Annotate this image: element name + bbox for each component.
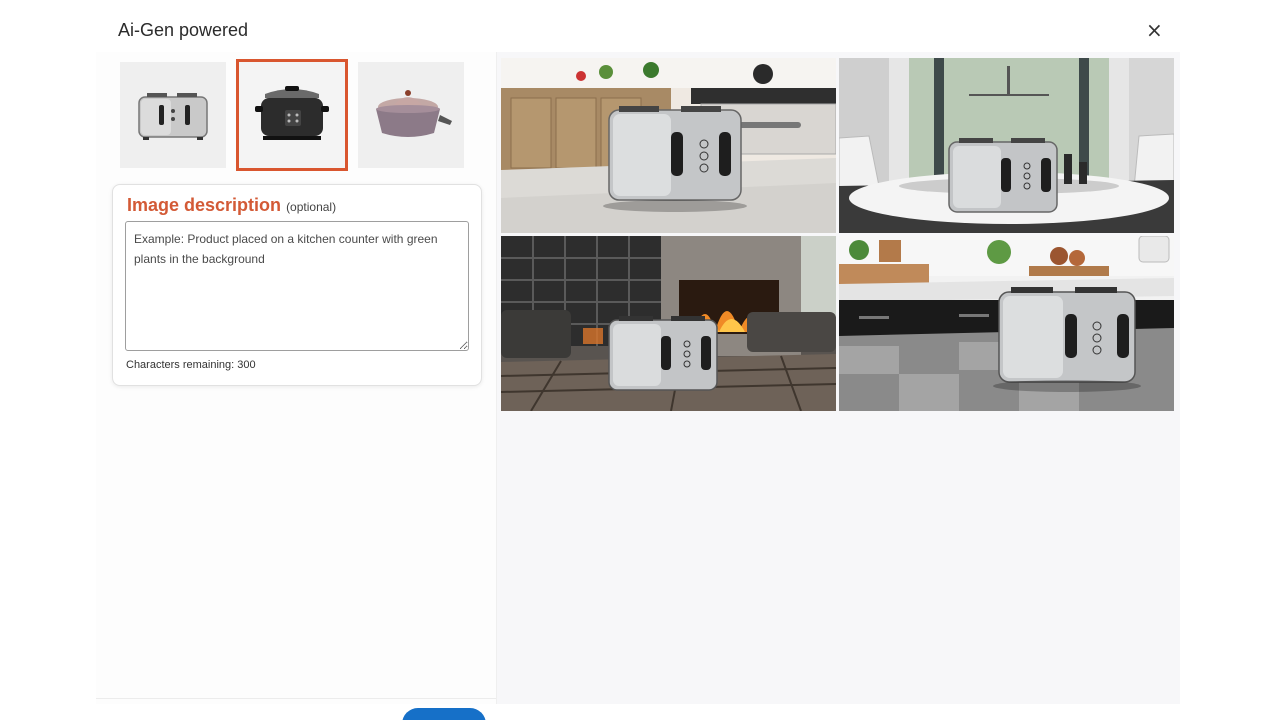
- image-description-input[interactable]: [125, 221, 469, 351]
- generated-images-grid: [501, 58, 1174, 411]
- generate-button[interactable]: Generate: [402, 708, 486, 720]
- generated-images-panel: [496, 52, 1180, 704]
- close-icon[interactable]: ×: [1146, 20, 1163, 40]
- left-panel: Image description (optional) Characters …: [96, 52, 496, 720]
- thumbnail-skillet[interactable]: [358, 62, 464, 168]
- generated-image-kitchen-counter[interactable]: [501, 58, 836, 233]
- toaster-icon: [138, 93, 208, 140]
- thumbnail-toaster[interactable]: [120, 62, 226, 168]
- generated-image-modern-kitchen[interactable]: [839, 236, 1174, 411]
- characters-remaining: Characters remaining: 300: [126, 359, 256, 371]
- electric-skillet-icon: [376, 90, 452, 137]
- dialog-title: Ai-Gen powered: [118, 20, 249, 40]
- thumbnail-slow-cooker[interactable]: [236, 59, 348, 171]
- generated-image-dining-room[interactable]: [839, 58, 1174, 233]
- slow-cooker-icon: [255, 86, 329, 140]
- optional-label: (optional): [286, 200, 337, 214]
- image-description-title: Image description: [127, 195, 282, 215]
- image-description-card: Image description (optional) Characters …: [112, 184, 482, 386]
- footer-divider: [96, 698, 496, 699]
- product-thumbnails: [120, 59, 464, 171]
- ai-gen-dialog: Ai-Gen powered × Image description (opti…: [96, 8, 1180, 720]
- generated-image-fireplace-living-room[interactable]: [501, 236, 836, 411]
- image-description-heading: Image description (optional): [127, 195, 336, 216]
